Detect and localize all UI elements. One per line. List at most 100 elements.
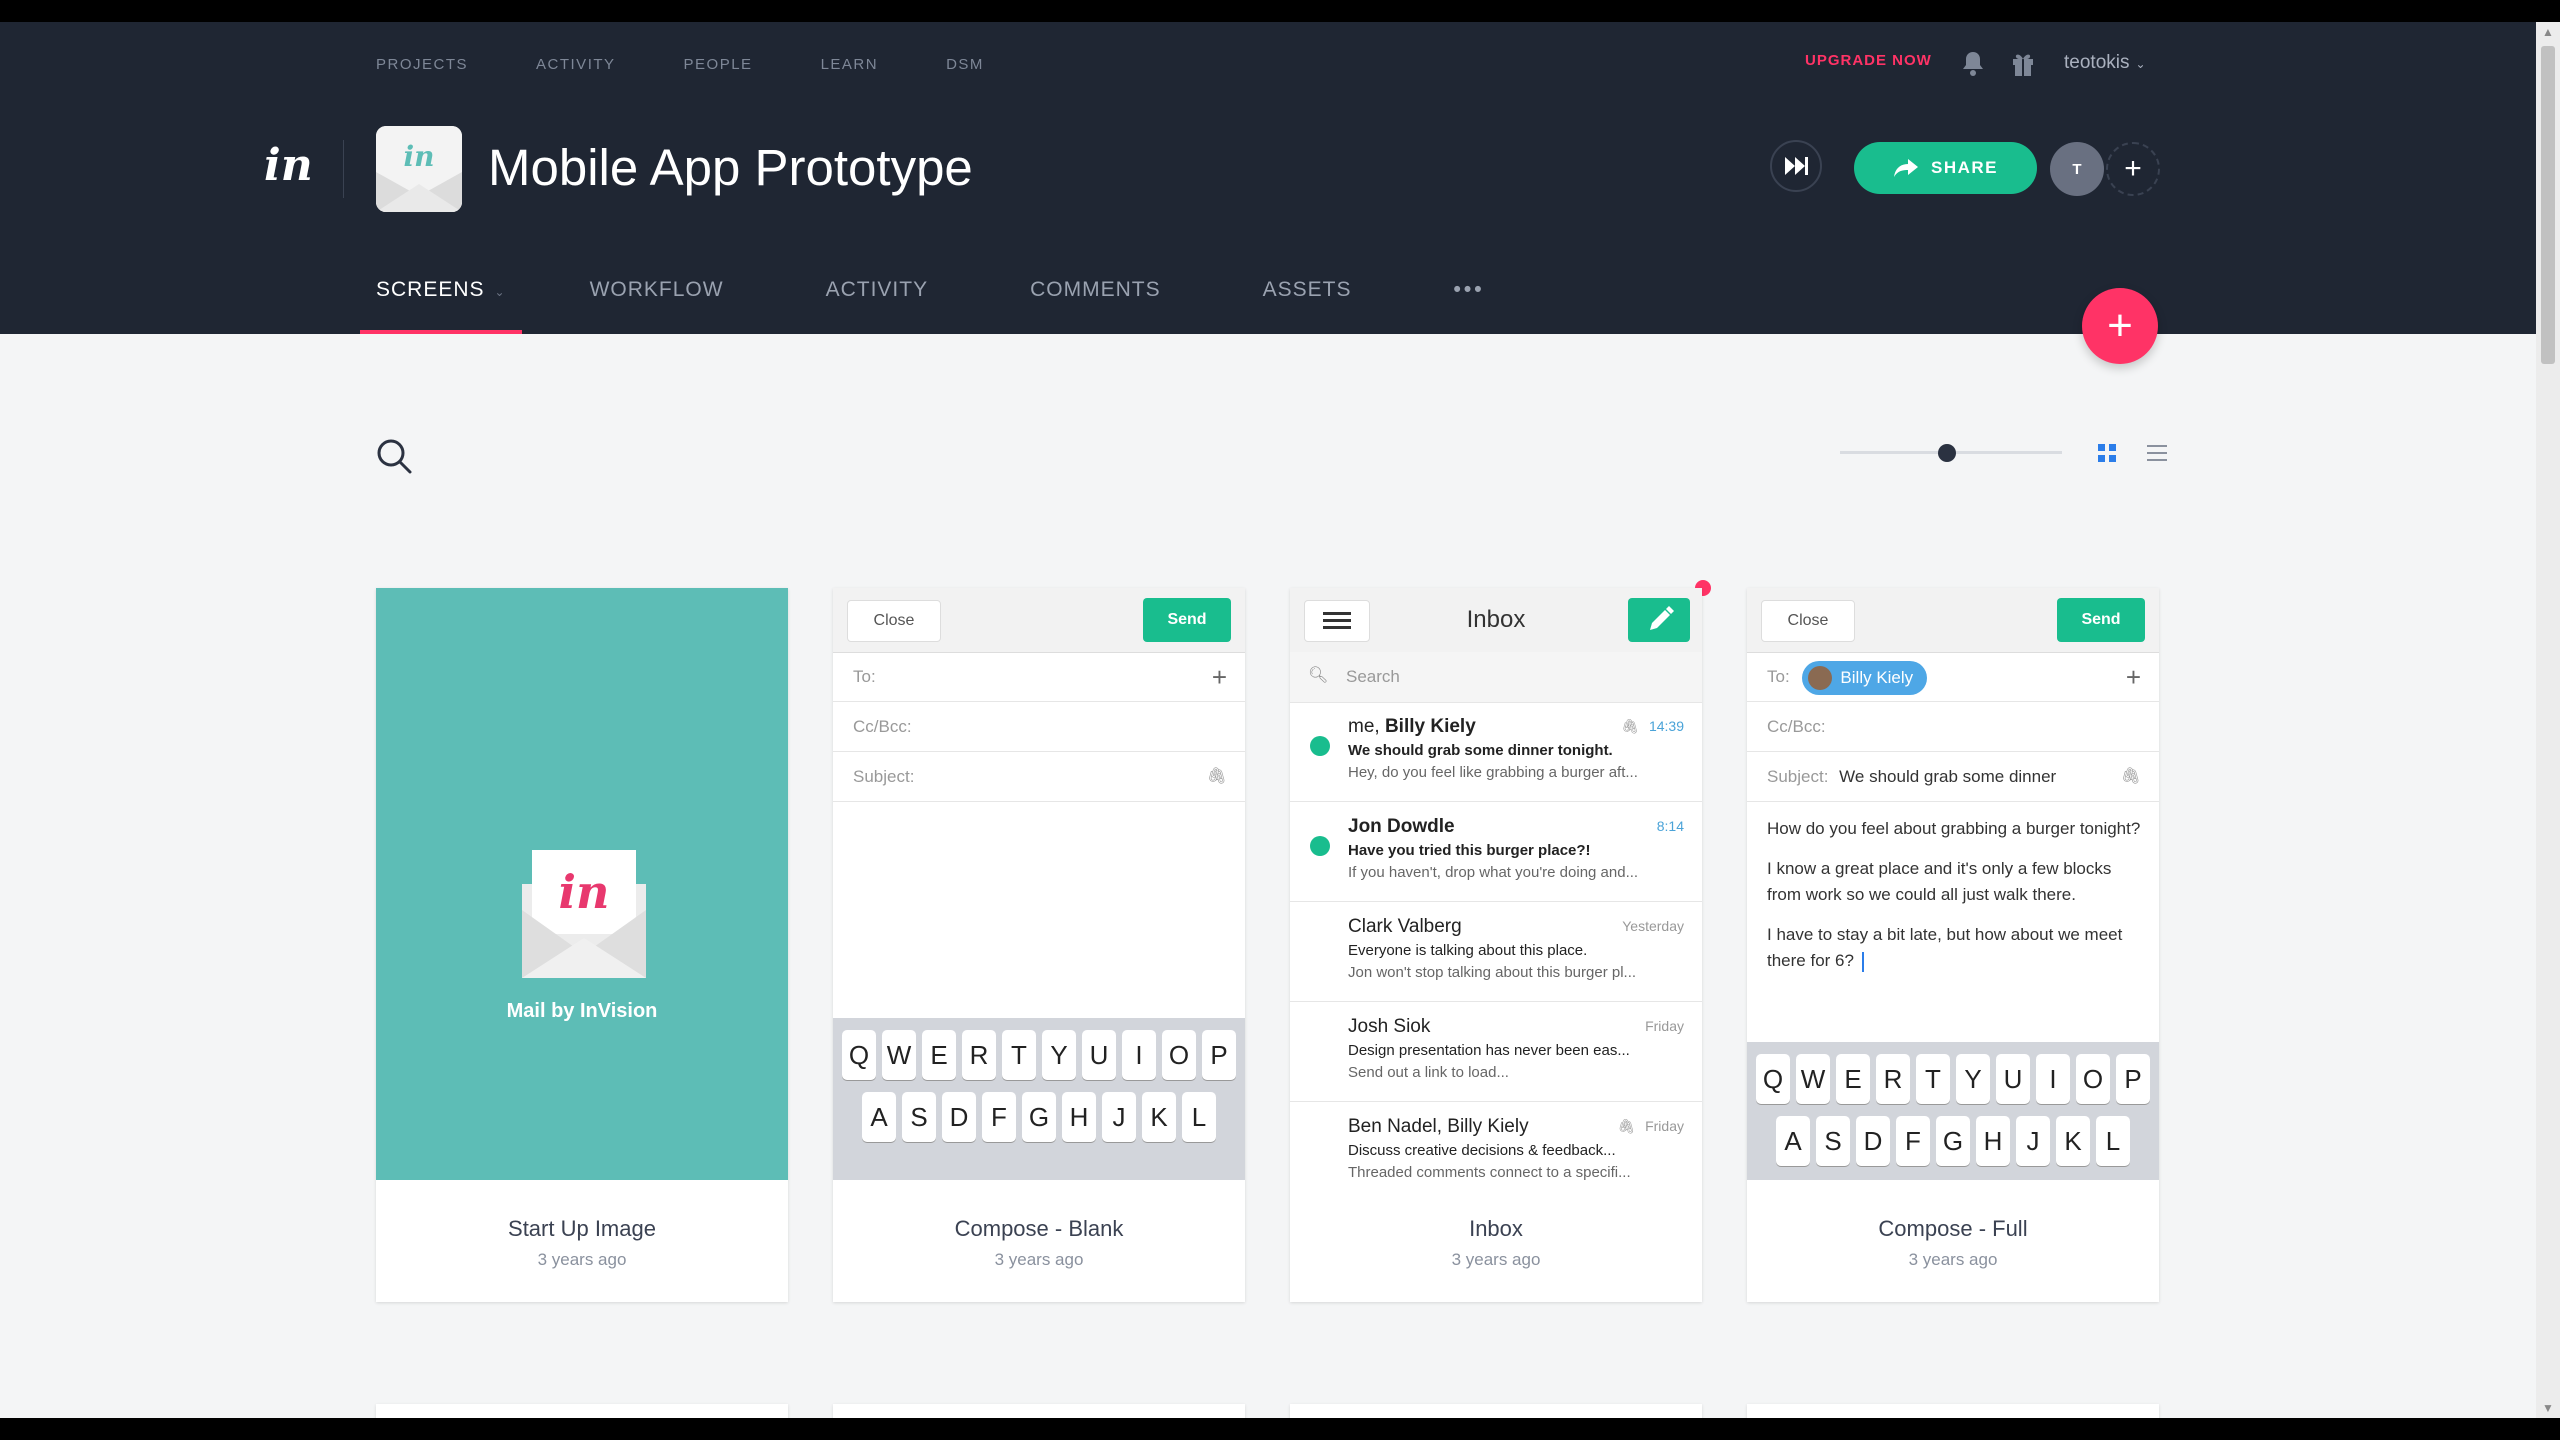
screen-thumbnail[interactable]: Close Send To: + Cc/Bcc: Subject: 🖇 Q W … [833, 588, 1245, 1180]
list-view-icon[interactable] [2146, 442, 2168, 464]
share-button[interactable]: SHARE [1854, 142, 2037, 194]
tab-comments[interactable]: COMMENTS [1014, 272, 1177, 334]
screen-card[interactable]: in Mail by InVision Start Up Image 3 yea… [376, 588, 788, 1302]
mock-to-label: To: [853, 667, 876, 686]
card-meta: Start Up Image 3 years ago [376, 1180, 788, 1302]
key: I [1122, 1030, 1156, 1080]
nav-people[interactable]: PEOPLE [684, 56, 753, 73]
key: Y [1042, 1030, 1076, 1080]
key: R [1876, 1054, 1910, 1104]
email-from: Clark Valberg [1348, 916, 1462, 937]
screen-name[interactable]: Start Up Image [376, 1216, 788, 1242]
nav-activity[interactable]: ACTIVITY [536, 56, 616, 73]
email-from-name: Billy Kiely [1384, 716, 1476, 737]
svg-text:in: in [559, 865, 610, 919]
invision-logo[interactable]: in [264, 140, 313, 191]
key: E [922, 1030, 956, 1080]
list-item: Ben Nadel, Billy Kiely Discuss creative … [1290, 1102, 1702, 1180]
screen-time: 3 years ago [1451, 1250, 1541, 1269]
email-from: me, Billy Kiely [1348, 716, 1476, 738]
list-item: Jon Dowdle Have you tried this burger pl… [1290, 802, 1702, 902]
share-label: SHARE [1930, 158, 1998, 177]
preview-button[interactable] [1770, 140, 1822, 192]
key: D [942, 1092, 976, 1142]
key: A [862, 1092, 896, 1142]
key: O [2076, 1054, 2110, 1104]
nav-learn[interactable]: LEARN [821, 56, 879, 73]
paperclip-icon: 🖇 [2120, 768, 2141, 785]
username: teotokis [2064, 52, 2130, 73]
key: W [882, 1030, 916, 1080]
scrollbar-thumb[interactable] [2541, 46, 2555, 364]
screen-card[interactable]: Close Send To: + Cc/Bcc: Subject: 🖇 Q W … [833, 588, 1245, 1302]
logo-divider [343, 140, 344, 198]
plus-icon: + [2125, 662, 2141, 692]
mock-cc-row: Cc/Bcc: [1747, 702, 2159, 752]
user-menu[interactable]: teotokis ⌄ [2064, 52, 2146, 74]
avatar [1808, 666, 1833, 691]
email-from: Ben Nadel, Billy Kiely [1348, 1116, 1529, 1137]
add-member-button[interactable]: + [2106, 142, 2160, 196]
mock-subject-label: Subject: [1767, 767, 1829, 786]
bell-icon[interactable] [1960, 50, 1986, 78]
scroll-up-icon[interactable]: ▲ [2536, 22, 2560, 42]
email-subject: Everyone is talking about this place. [1348, 942, 1588, 959]
email-time: Friday [1645, 1018, 1684, 1034]
screen-card[interactable]: Close Send To: Billy Kiely + Cc/Bcc: Sub… [1747, 588, 2159, 1302]
key: W [1796, 1054, 1830, 1104]
key: H [1976, 1116, 2010, 1166]
chevron-down-icon: ⌄ [2135, 57, 2146, 71]
scroll-down-icon[interactable]: ▼ [2536, 1398, 2560, 1418]
project-title[interactable]: Mobile App Prototype [488, 138, 973, 197]
key: T [1002, 1030, 1036, 1080]
email-preview: Threaded comments connect to a specifi..… [1348, 1164, 1631, 1180]
grid-view-icon[interactable] [2096, 442, 2118, 464]
zoom-slider-handle[interactable] [1938, 444, 1956, 462]
project-icon: in [376, 126, 462, 212]
mock-subject-row: Subject: 🖇 [833, 752, 1245, 802]
project-tabs: SCREENS ⌄ WORKFLOW ACTIVITY COMMENTS ASSE… [360, 272, 1501, 334]
envelope-icon: in [376, 126, 462, 212]
body-paragraph: I know a great place and it's only a few… [1767, 859, 2112, 904]
avatar[interactable]: T [2050, 142, 2104, 196]
startup-mockup: in Mail by InVision [376, 588, 788, 1180]
screen-name[interactable]: Inbox [1290, 1216, 1702, 1242]
tab-activity[interactable]: ACTIVITY [810, 272, 945, 334]
email-time: 🖇 14:39 [1621, 718, 1684, 735]
tab-workflow[interactable]: WORKFLOW [574, 272, 740, 334]
email-from: Jon Dowdle [1348, 816, 1455, 838]
screen-thumbnail[interactable]: Inbox 🔍︎ Search me, Billy Kiely We shoul… [1290, 588, 1702, 1180]
key: Q [842, 1030, 876, 1080]
body-paragraph-text: I have to stay a bit late, but how about… [1767, 925, 2123, 970]
tab-screens[interactable]: SCREENS ⌄ [360, 272, 522, 334]
mock-subject-label: Subject: [853, 767, 915, 786]
mail-logo-icon: in [522, 850, 646, 978]
nav-projects[interactable]: PROJECTS [376, 56, 468, 73]
mock-cc-label: Cc/Bcc: [1767, 717, 1826, 736]
more-tabs-icon[interactable]: ••• [1437, 272, 1500, 334]
screen-thumbnail[interactable]: Close Send To: Billy Kiely + Cc/Bcc: Sub… [1747, 588, 2159, 1180]
screen-time: 3 years ago [994, 1250, 1084, 1269]
upgrade-now-link[interactable]: UPGRADE NOW [1805, 52, 1932, 69]
key: G [1022, 1092, 1056, 1142]
compose-topbar: Close Send [1747, 588, 2159, 653]
add-screen-button[interactable]: + [2082, 288, 2158, 364]
scrollbar[interactable]: ▲ ▼ [2536, 22, 2560, 1418]
gift-icon[interactable] [2010, 50, 2036, 78]
screen-name[interactable]: Compose - Blank [833, 1216, 1245, 1242]
mock-subject-row: Subject: We should grab some dinner 🖇 [1747, 752, 2159, 802]
unread-dot [1310, 736, 1330, 756]
screen-thumbnail[interactable]: in Mail by InVision [376, 588, 788, 1180]
keyboard-row: A S D F G H J K L [1747, 1116, 2159, 1166]
email-from-prefix: me, [1348, 716, 1385, 737]
key: J [2016, 1116, 2050, 1166]
key: G [1936, 1116, 1970, 1166]
screen-card[interactable]: Inbox 🔍︎ Search me, Billy Kiely We shoul… [1290, 588, 1702, 1302]
screen-name[interactable]: Compose - Full [1747, 1216, 2159, 1242]
tab-assets[interactable]: ASSETS [1247, 272, 1368, 334]
nav-dsm[interactable]: DSM [946, 56, 984, 73]
app-header: PROJECTS ACTIVITY PEOPLE LEARN DSM UPGRA… [0, 22, 2536, 334]
email-time: 🖇 Friday [1617, 1118, 1684, 1135]
plus-icon: + [1211, 662, 1227, 692]
search-icon[interactable] [374, 436, 414, 476]
